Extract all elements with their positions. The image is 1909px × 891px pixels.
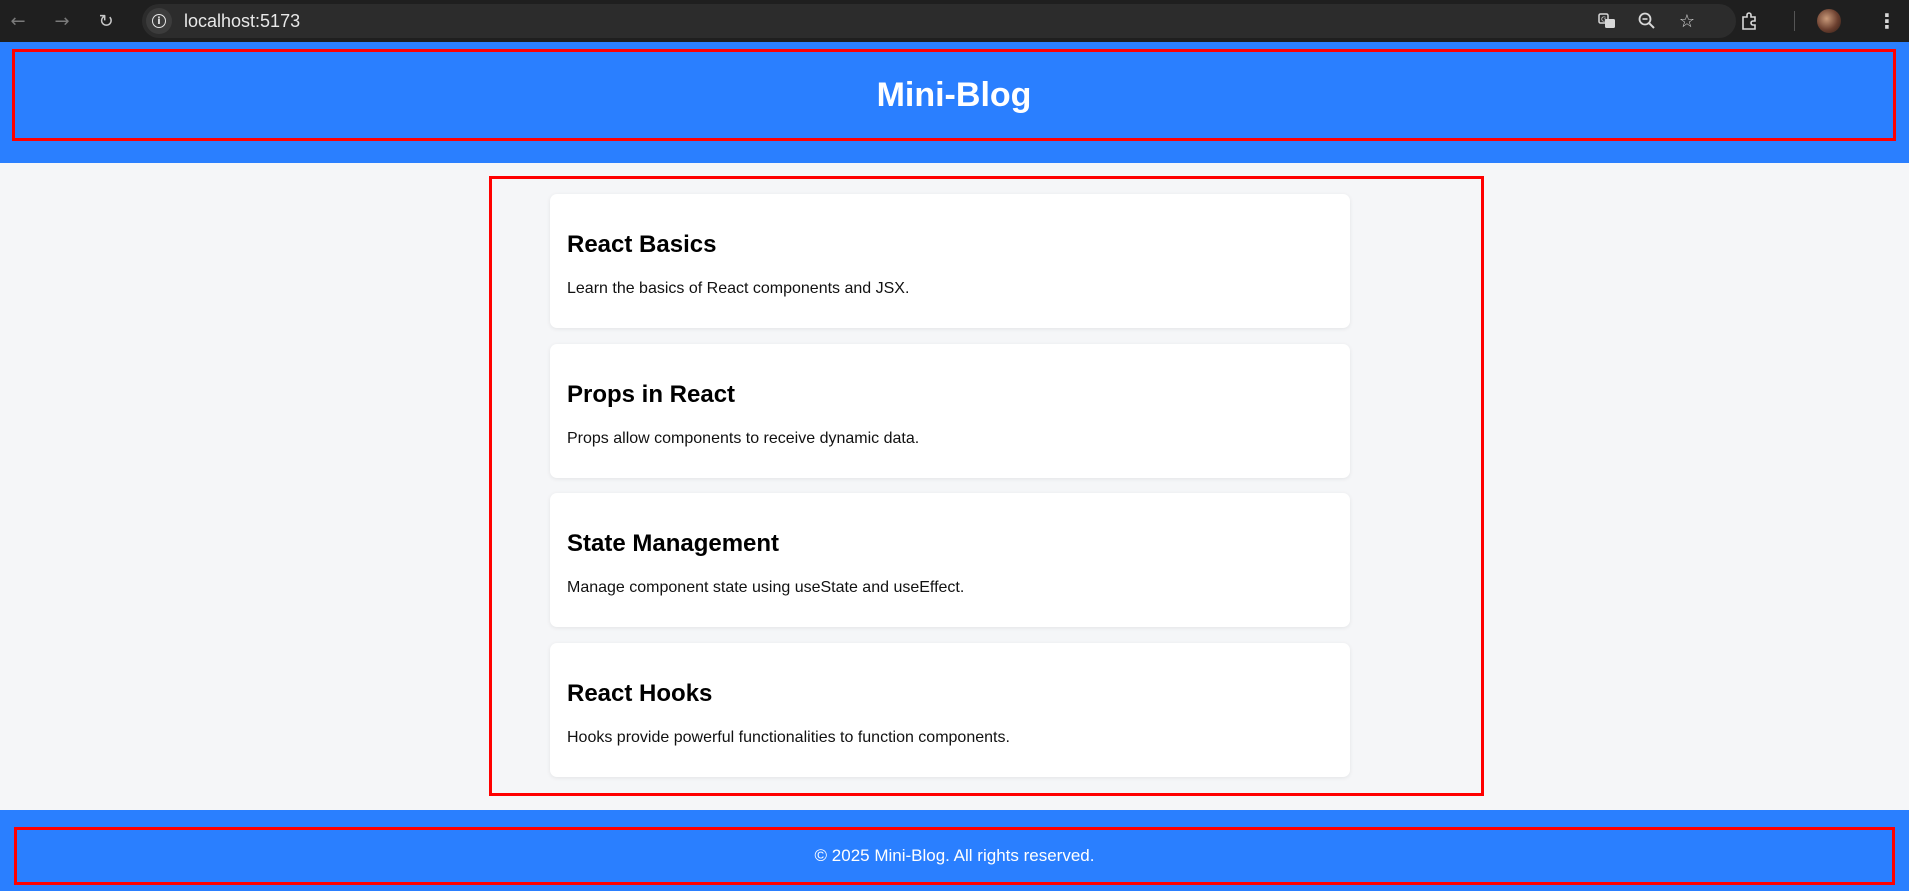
site-info-icon[interactable]: i — [146, 8, 172, 34]
post-title: React Basics — [567, 231, 717, 258]
puzzle-icon[interactable] — [1738, 10, 1760, 32]
header-highlight-box: Mini-Blog — [12, 49, 1896, 141]
browser-toolbar: ← → ↻ i localhost:5173 G ☆ ⋮ — [0, 0, 1909, 42]
post-card: Props in React Props allow components to… — [550, 344, 1350, 478]
post-card: React Basics Learn the basics of React c… — [550, 194, 1350, 328]
post-body: Manage component state using useState an… — [567, 579, 965, 596]
back-arrow-icon[interactable]: ← — [4, 7, 32, 35]
site-header: Mini-Blog — [0, 42, 1909, 163]
site-footer: © 2025 Mini-Blog. All rights reserved. — [0, 810, 1909, 891]
browser-actions: G ☆ ⋮ — [1596, 0, 1909, 42]
forward-arrow-icon[interactable]: → — [48, 7, 76, 35]
footer-copyright: © 2025 Mini-Blog. All rights reserved. — [814, 846, 1095, 865]
url-text[interactable]: localhost:5173 — [184, 11, 300, 32]
toolbar-divider — [1794, 11, 1795, 31]
footer-highlight-box: © 2025 Mini-Blog. All rights reserved. — [14, 827, 1895, 885]
reload-icon[interactable]: ↻ — [92, 7, 120, 35]
posts-container: React Basics Learn the basics of React c… — [489, 176, 1484, 796]
post-title: React Hooks — [567, 680, 713, 707]
avatar[interactable] — [1817, 9, 1841, 33]
post-body: Hooks provide powerful functionalities t… — [567, 729, 1010, 746]
site-title: Mini-Blog — [876, 75, 1032, 114]
address-bar[interactable]: i localhost:5173 — [142, 4, 1736, 38]
star-icon[interactable]: ☆ — [1676, 10, 1698, 32]
post-body: Props allow components to receive dynami… — [567, 430, 920, 447]
post-card: React Hooks Hooks provide powerful funct… — [550, 643, 1350, 777]
svg-text:G: G — [1601, 16, 1606, 24]
zoom-out-icon[interactable] — [1636, 10, 1658, 32]
post-title: Props in React — [567, 381, 736, 408]
kebab-menu-icon[interactable]: ⋮ — [1877, 9, 1897, 33]
translate-icon[interactable]: G — [1596, 10, 1618, 32]
post-body: Learn the basics of React components and… — [567, 280, 910, 297]
page-content: Mini-Blog React Basics Learn the basics … — [0, 42, 1909, 891]
post-card: State Management Manage component state … — [550, 493, 1350, 627]
post-title: State Management — [567, 530, 780, 557]
